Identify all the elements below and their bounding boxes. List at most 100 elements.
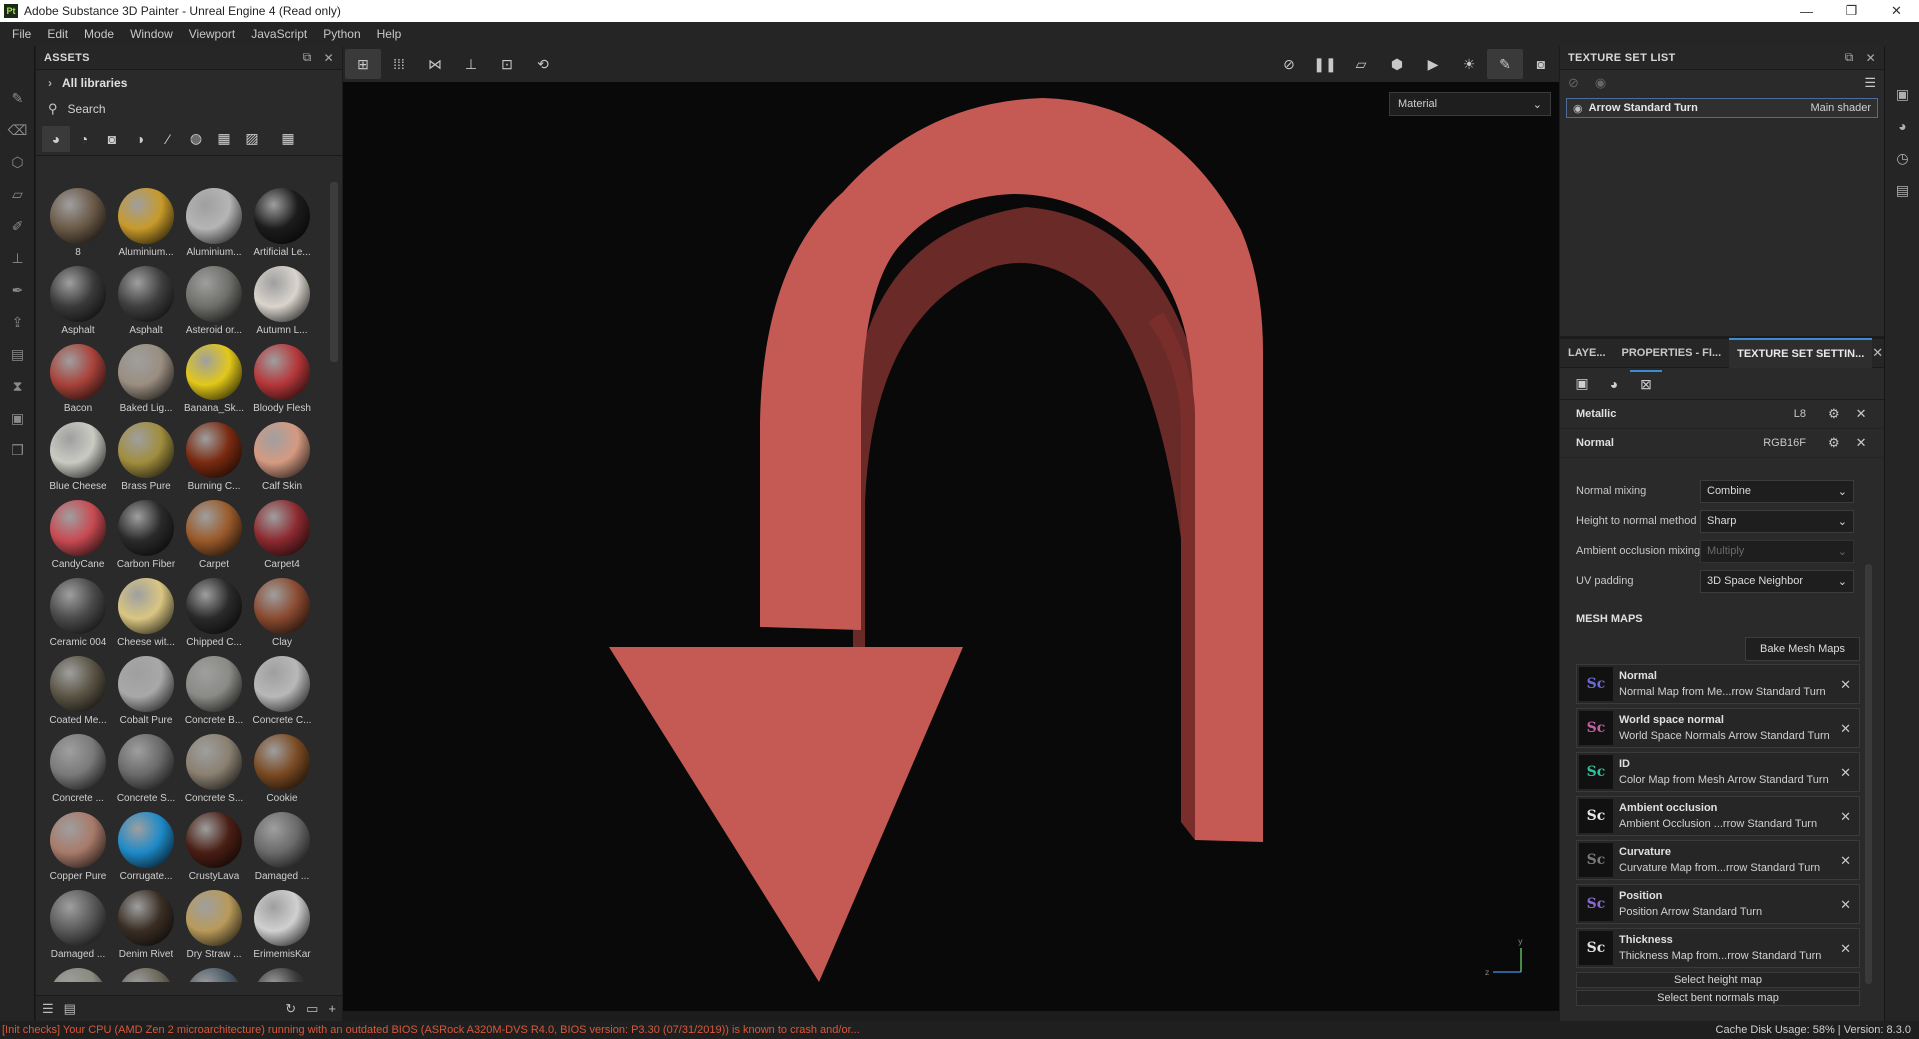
- paint-mode-icon[interactable]: ✎: [1487, 49, 1523, 79]
- asset-item[interactable]: Damaged ...: [44, 884, 112, 962]
- clone-stamp-icon[interactable]: ⊥: [0, 242, 35, 274]
- mesh-map-item[interactable]: Sc ID Color Map from Mesh Arrow Standard T…: [1576, 752, 1860, 792]
- asset-item[interactable]: Autumn L...: [248, 260, 316, 338]
- maximize-button[interactable]: ❐: [1829, 0, 1874, 22]
- gear-icon[interactable]: ⚙: [1828, 406, 1840, 422]
- fit-icon[interactable]: ⊡: [489, 49, 525, 79]
- hide-icon[interactable]: ⊘: [1271, 49, 1307, 79]
- asset-item[interactable]: 8: [44, 182, 112, 260]
- asset-item[interactable]: Concrete S...: [180, 728, 248, 806]
- history-icon[interactable]: ⟲: [525, 49, 561, 79]
- library-selector[interactable]: › All libraries: [36, 70, 342, 96]
- material-filter-icon[interactable]: ◕: [42, 125, 70, 152]
- brush-filter-icon[interactable]: ⁄: [154, 126, 182, 152]
- particle-filter-icon[interactable]: ◍: [182, 126, 210, 152]
- menu-icon[interactable]: ☰: [1864, 75, 1876, 91]
- minimize-button[interactable]: —: [1784, 0, 1829, 22]
- asset-item[interactable]: Asteroid or...: [180, 260, 248, 338]
- camera-icon[interactable]: ▶: [1415, 49, 1451, 79]
- asset-item[interactable]: Calf Skin: [248, 416, 316, 494]
- collapse-icon[interactable]: ▤: [64, 1001, 76, 1017]
- projection-icon[interactable]: ⬡: [0, 146, 35, 178]
- texture-filter-icon[interactable]: ▦: [210, 126, 238, 152]
- eraser-icon[interactable]: ⌫: [0, 114, 35, 146]
- asset-item[interactable]: Dry Straw ...: [180, 884, 248, 962]
- setting-dropdown[interactable]: 3D Space Neighbor ⌄: [1700, 569, 1854, 593]
- menu-window[interactable]: Window: [122, 27, 181, 41]
- asset-item[interactable]: CrustyLava: [180, 806, 248, 884]
- view-3d-icon[interactable]: ⬢: [1379, 49, 1415, 79]
- grid-snap-icon[interactable]: ⊞: [345, 49, 381, 79]
- asset-item[interactable]: [112, 962, 180, 982]
- asset-item[interactable]: Concrete S...: [112, 728, 180, 806]
- remove-icon[interactable]: ✕: [1856, 435, 1867, 451]
- mask-filter-icon[interactable]: ◙: [98, 126, 126, 152]
- mesh-map-item[interactable]: Sc World space normal World Space Normals …: [1576, 708, 1860, 748]
- assets-scrollbar[interactable]: [330, 182, 338, 362]
- shader-name[interactable]: Main shader: [1810, 102, 1871, 114]
- remove-icon[interactable]: ✕: [1840, 941, 1851, 957]
- asset-item[interactable]: Concrete B...: [180, 650, 248, 728]
- texture-set-item[interactable]: ◉ Arrow Standard Turn Main shader: [1566, 98, 1878, 118]
- asset-item[interactable]: CandyCane: [44, 494, 112, 572]
- smudge-icon[interactable]: ✐: [0, 210, 35, 242]
- asset-item[interactable]: Denim Rivet: [112, 884, 180, 962]
- asset-item[interactable]: Copper Pure: [44, 806, 112, 884]
- asset-item[interactable]: Bloody Flesh: [248, 338, 316, 416]
- asset-item[interactable]: Baked Lig...: [112, 338, 180, 416]
- search-input[interactable]: ⚲ Search: [36, 96, 342, 122]
- asset-item[interactable]: Asphalt: [44, 260, 112, 338]
- asset-item[interactable]: Aluminium...: [180, 182, 248, 260]
- viewport-mode-select[interactable]: Material ⌄: [1389, 92, 1551, 116]
- close-icon[interactable]: ✕: [1872, 345, 1883, 361]
- close-window-button[interactable]: ✕: [1874, 0, 1919, 22]
- settings-scrollbar[interactable]: [1865, 564, 1872, 984]
- asset-item[interactable]: Blue Cheese: [44, 416, 112, 494]
- color-picker-icon[interactable]: ✒: [0, 274, 35, 306]
- tab-texture-set-settings[interactable]: TEXTURE SET SETTIN...: [1729, 338, 1873, 368]
- menu-help[interactable]: Help: [369, 27, 410, 41]
- library-icon[interactable]: ❒: [0, 434, 35, 466]
- 3d-viewport[interactable]: z y Material ⌄: [343, 82, 1559, 1011]
- asset-item[interactable]: Carpet: [180, 494, 248, 572]
- remove-icon[interactable]: ✕: [1840, 765, 1851, 781]
- asset-item[interactable]: Bacon: [44, 338, 112, 416]
- shader-settings-icon[interactable]: ◕: [1885, 110, 1919, 142]
- mesh-map-item[interactable]: Sc Normal Normal Map from Me...rrow Standa…: [1576, 664, 1860, 704]
- shader-icon[interactable]: ◕: [1598, 370, 1630, 398]
- close-icon[interactable]: ✕: [1866, 51, 1876, 65]
- save-icon[interactable]: ▣: [0, 402, 35, 434]
- refresh-icon[interactable]: ↻: [285, 1001, 296, 1017]
- undock-icon[interactable]: ⧉: [303, 50, 312, 65]
- menu-edit[interactable]: Edit: [39, 27, 76, 41]
- display-settings-icon[interactable]: ▣: [1885, 78, 1919, 110]
- asset-item[interactable]: Coated Me...: [44, 650, 112, 728]
- menu-python[interactable]: Python: [315, 27, 368, 41]
- remove-icon[interactable]: ✕: [1856, 406, 1867, 422]
- asset-item[interactable]: [44, 962, 112, 982]
- environment-filter-icon[interactable]: ▨: [238, 126, 266, 152]
- asset-item[interactable]: Cookie: [248, 728, 316, 806]
- list-view-icon[interactable]: ☰: [42, 1001, 54, 1017]
- asset-item[interactable]: ErimemisKar: [248, 884, 316, 962]
- visibility-icon[interactable]: ◉: [1595, 75, 1606, 91]
- tab-properties[interactable]: PROPERTIES - FI...: [1614, 338, 1730, 368]
- asset-item[interactable]: Cobalt Pure: [112, 650, 180, 728]
- mesh-map-item[interactable]: Sc Position Position Arrow Standard Turn ✕: [1576, 884, 1860, 924]
- asset-item[interactable]: Burning C...: [180, 416, 248, 494]
- asset-item[interactable]: [180, 962, 248, 982]
- lighting-icon[interactable]: ☀: [1451, 49, 1487, 79]
- eye-icon[interactable]: ◉: [1573, 102, 1583, 115]
- close-icon[interactable]: ✕: [324, 51, 334, 65]
- channel-format[interactable]: L8: [1716, 408, 1806, 420]
- asset-item[interactable]: [248, 962, 316, 982]
- export-icon[interactable]: ⇪: [0, 306, 35, 338]
- screenshot-icon[interactable]: ◙: [1523, 49, 1559, 79]
- polygon-fill-icon[interactable]: ▱: [0, 178, 35, 210]
- folder-icon[interactable]: ▭: [306, 1001, 318, 1017]
- log-icon[interactable]: ▤: [1885, 174, 1919, 206]
- mesh-map-item[interactable]: Sc Ambient occlusion Ambient Occlusion ...…: [1576, 796, 1860, 836]
- undock-icon[interactable]: ⧉: [1845, 50, 1854, 65]
- smart-material-filter-icon[interactable]: ◔: [70, 126, 98, 152]
- asset-item[interactable]: Aluminium...: [112, 182, 180, 260]
